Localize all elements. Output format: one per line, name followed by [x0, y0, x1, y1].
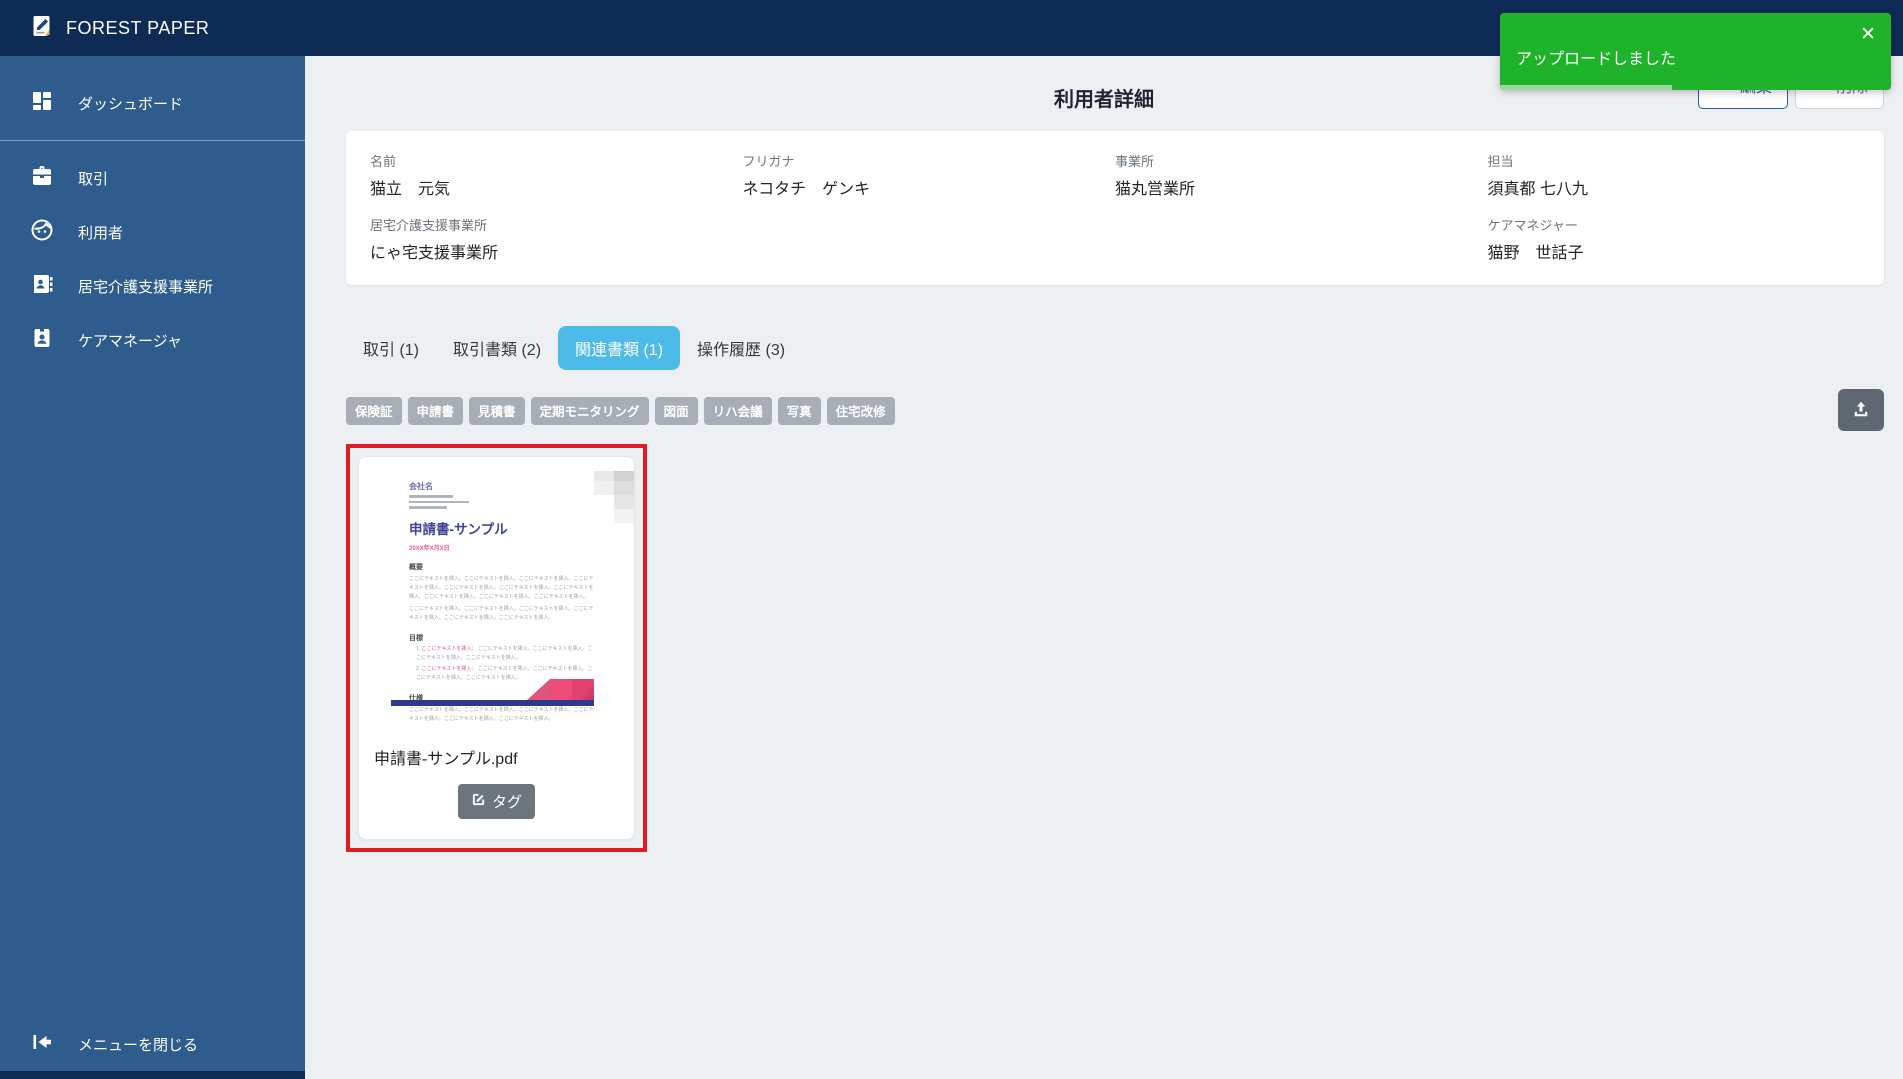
detail-tabs: 取引 (1) 取引書類 (2) 関連書類 (1) 操作履歴 (3): [346, 326, 1903, 370]
tab-related-documents[interactable]: 関連書類 (1): [558, 326, 681, 370]
upload-success-toast: アップロードしました ✕: [1500, 13, 1891, 90]
user-face-icon: [30, 218, 54, 246]
thumbnail-list-item: 1. ここにテキストを挿入： ここにテキストを挿入。ここにテキストを挿入。ここに…: [409, 645, 594, 663]
field-staff: 担当 須真都 七八九: [1488, 151, 1861, 199]
sidebar: ダッシュボード 取引 利用者 居宅介護支援事業所 ケアマネージャ メニューを閉じ…: [0, 56, 305, 1079]
memo-logo-icon: [30, 14, 54, 43]
collapse-left-icon: [30, 1030, 54, 1058]
field-support-office: 居宅介護支援事業所 にゃ宅支援事業所: [370, 215, 743, 263]
tab-transaction-documents[interactable]: 取引書類 (2): [436, 326, 558, 370]
thumbnail-address-line: [409, 500, 469, 503]
thumbnail-doc-title: 申請書-サンプル: [409, 521, 508, 537]
document-filename: 申請書-サンプル.pdf: [374, 751, 518, 768]
tag-badge[interactable]: 保険証: [346, 397, 402, 425]
list-number: 2.: [416, 665, 421, 672]
app-title: FOREST PAPER: [66, 17, 210, 38]
sidebar-item-transactions[interactable]: 取引: [0, 151, 305, 205]
field-label: フリガナ: [742, 154, 795, 169]
care-manager-badge-icon: [30, 326, 54, 354]
sidebar-item-label: ダッシュボード: [78, 95, 184, 113]
tag-badge[interactable]: 申請書: [407, 397, 464, 425]
field-care-manager: ケアマネジャー 猫野 世話子: [1488, 215, 1861, 263]
sidebar-item-home-care-office[interactable]: 居宅介護支援事業所: [0, 259, 305, 313]
field-value: 須真都 七八九: [1487, 181, 1588, 198]
field-value: 猫丸営業所: [1115, 181, 1196, 198]
tag-button-label: タグ: [491, 794, 522, 811]
thumbnail-paragraph: ここにテキストを挿入。ここにテキストを挿入。ここにテキストを挿入。ここにテキスト…: [409, 706, 594, 722]
tag-badge[interactable]: 写真: [777, 397, 821, 425]
thumbnail-paragraph: ここにテキストを挿入。ここにテキストを挿入。ここにテキストを挿入。ここにテキスト…: [409, 575, 594, 600]
list-lead-text: ここにテキストを挿入：: [421, 665, 477, 672]
thumbnail-doc-date: 20XX年X月X日: [409, 545, 450, 552]
field-label: 担当: [1487, 154, 1514, 169]
main-content: 利用者詳細 編集 削除: [305, 56, 1903, 1079]
field-value: 猫野 世話子: [1487, 245, 1584, 262]
thumbnail-footer-accent-shapes: [527, 679, 594, 700]
thumbnail-address-line: [409, 506, 447, 509]
field-name: 名前 猫立 元気: [370, 151, 743, 199]
app-logo: FOREST PAPER: [30, 14, 209, 43]
list-lead-text: ここにテキストを挿入：: [421, 645, 477, 652]
documents-grid: 会社名 申請書-サンプル 20XX年X月X日 概要 ここにテキストを挿入。ここに…: [346, 444, 1884, 852]
close-menu-button[interactable]: メニューを閉じる: [0, 1017, 305, 1071]
field-label: 居宅介護支援事業所: [370, 218, 488, 233]
thumbnail-section-heading: 目標: [409, 634, 423, 642]
sidebar-item-label: 居宅介護支援事業所: [78, 278, 214, 296]
sidebar-item-label: 利用者: [78, 224, 124, 242]
pdf-thumbnail[interactable]: 会社名 申請書-サンプル 20XX年X月X日 概要 ここにテキストを挿入。ここに…: [359, 471, 634, 725]
thumbnail-company-label: 会社名: [409, 482, 433, 491]
sidebar-item-label: 取引: [78, 170, 109, 188]
office-contact-icon: [30, 272, 54, 300]
upload-button[interactable]: [1838, 389, 1884, 431]
field-value: ネコタチ ゲンキ: [742, 181, 871, 198]
tags-row: 保険証 申請書 見積書 定期モニタリング 図面 リハ会議 写真 住宅改修: [346, 389, 1884, 431]
tag-badge[interactable]: 定期モニタリング: [530, 397, 649, 425]
thumbnail-corner-decoration: [572, 471, 634, 530]
document-card[interactable]: 会社名 申請書-サンプル 20XX年X月X日 概要 ここにテキストを挿入。ここに…: [358, 456, 635, 840]
toast-message: アップロードしました: [1516, 51, 1677, 68]
close-menu-label: メニューを閉じる: [78, 1036, 199, 1054]
tag-badge[interactable]: 図面: [654, 397, 698, 425]
tag-badge[interactable]: リハ会議: [703, 397, 772, 425]
sidebar-item-users[interactable]: 利用者: [0, 205, 305, 259]
thumbnail-section-heading: 概要: [409, 563, 423, 571]
field-kana: フリガナ ネコタチ ゲンキ: [743, 151, 1116, 199]
tag-badge[interactable]: 見積書: [469, 397, 525, 425]
field-value: にゃ宅支援事業所: [370, 245, 499, 262]
tag-edit-button[interactable]: タグ: [457, 784, 535, 819]
sidebar-item-care-manager[interactable]: ケアマネージャ: [0, 313, 305, 367]
toast-progress-bar: [1500, 85, 1673, 90]
tag-badge[interactable]: 住宅改修: [826, 397, 895, 425]
sidebar-item-label: ケアマネージャ: [78, 332, 182, 350]
sidebar-item-dashboard[interactable]: ダッシュボード: [0, 76, 305, 130]
briefcase-icon: [30, 164, 54, 192]
tab-transactions[interactable]: 取引 (1): [346, 326, 436, 370]
dashboard-icon: [30, 89, 54, 117]
thumbnail-address-line: [409, 495, 453, 498]
list-number: 1.: [416, 645, 421, 652]
field-office: 事業所 猫丸営業所: [1115, 151, 1488, 199]
tab-operation-history[interactable]: 操作履歴 (3): [680, 326, 802, 370]
upload-icon: [1851, 399, 1871, 422]
toast-close-icon[interactable]: ✕: [1860, 23, 1876, 46]
tag-edit-pencil-icon: [471, 792, 486, 811]
thumbnail-footer-bar: [391, 700, 594, 706]
sidebar-divider: [0, 140, 305, 141]
field-label: ケアマネジャー: [1487, 218, 1578, 233]
user-details-card: 名前 猫立 元気 フリガナ ネコタチ ゲンキ 事業所 猫丸営業所 担当 須真都 …: [346, 131, 1884, 285]
field-label: 名前: [370, 154, 397, 169]
tag-badges: 保険証 申請書 見積書 定期モニタリング 図面 リハ会議 写真 住宅改修: [346, 397, 1838, 425]
field-value: 猫立 元気: [370, 181, 451, 198]
document-highlight-frame: 会社名 申請書-サンプル 20XX年X月X日 概要 ここにテキストを挿入。ここに…: [346, 444, 647, 852]
field-label: 事業所: [1115, 154, 1155, 169]
sidebar-bottom-strip: [0, 1071, 305, 1079]
thumbnail-paragraph: ここにテキストを挿入。ここにテキストを挿入。ここにテキストを挿入。ここにテキスト…: [409, 605, 594, 621]
